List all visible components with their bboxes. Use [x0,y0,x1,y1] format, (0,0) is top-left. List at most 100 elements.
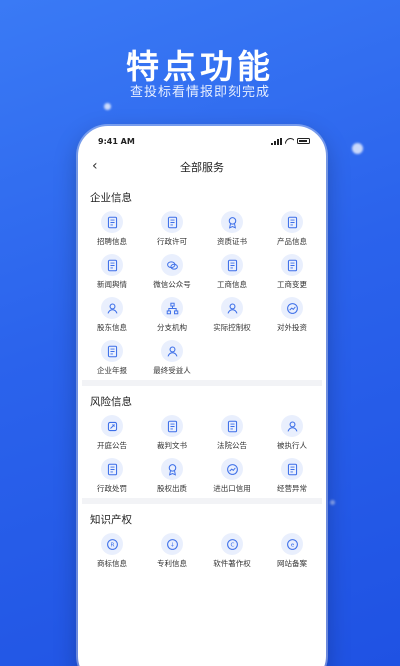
svg-text:R: R [110,542,114,548]
court-notice-icon [101,415,123,437]
controller-icon [221,297,243,319]
service-item[interactable]: 裁判文书 [142,415,202,451]
resume-icon [101,211,123,233]
service-item[interactable]: 新闻舆情 [82,254,142,290]
court-announce-icon [221,415,243,437]
news-icon [101,254,123,276]
service-item[interactable]: 对外投资 [262,297,322,333]
service-section: 知识产权 R 商标信息 ↓ 专利信息 C 软件著作权 e 网站备案 [82,504,322,573]
service-item[interactable]: ↓ 专利信息 [142,533,202,569]
service-item[interactable]: 行政处罚 [82,458,142,494]
back-button[interactable]: ‹ [92,158,98,174]
service-label: 企业年报 [97,366,127,375]
wechat-icon [161,254,183,276]
service-item[interactable]: 行政许可 [142,211,202,247]
service-item[interactable]: C 软件著作权 [202,533,262,569]
service-item[interactable]: 开庭公告 [82,415,142,451]
status-icons [271,137,310,145]
service-section: 风险信息开庭公告 裁判文书 法院公告 被执行人行政处罚 股权出质 进出口信用 经营异常 [82,386,322,498]
service-label: 软件著作权 [213,559,251,568]
service-label: 实际控制权 [213,323,251,332]
service-label: 新闻舆情 [97,280,127,289]
service-item[interactable]: 被执行人 [262,415,322,451]
service-label: 工商变更 [277,280,307,289]
hero-subtitle: 查投标看情报即刻完成 [129,85,270,100]
page-title: 全部服务 [180,161,224,174]
nav-bar: ‹ 全部服务 [82,152,322,182]
status-time: 9:41 AM [98,136,135,146]
annual-report-icon [101,340,123,362]
investment-icon [281,297,303,319]
service-item[interactable]: 最终受益人 [142,340,202,376]
shareholder-icon [101,297,123,319]
phone-frame: 9:41 AM ‹ 全部服务 企业信息招聘信息 行政许可 资质证书 产品信息新闻舆情 微… [78,126,326,666]
service-grid: R 商标信息 ↓ 专利信息 C 软件著作权 e 网站备案 [82,533,322,569]
trademark-icon: R [101,533,123,555]
service-label: 最终受益人 [153,366,191,375]
service-item[interactable]: 经营异常 [262,458,322,494]
patent-icon: ↓ [161,533,183,555]
service-grid: 开庭公告 裁判文书 法院公告 被执行人行政处罚 股权出质 进出口信用 经营异常 [82,415,322,494]
service-item[interactable]: 进出口信用 [202,458,262,494]
service-item[interactable]: 分支机构 [142,297,202,333]
business-info-icon [221,254,243,276]
battery-icon [297,138,310,144]
import-export-icon [221,458,243,480]
penalty-icon [101,458,123,480]
service-item[interactable]: e 网站备案 [262,533,322,569]
glow-dot [104,103,111,110]
copyright-icon: C [221,533,243,555]
judgment-icon [161,415,183,437]
glow-dot [352,143,363,154]
service-item[interactable]: 股权出质 [142,458,202,494]
permit-icon [161,211,183,233]
service-label: 经营异常 [277,484,307,493]
beneficiary-icon [161,340,183,362]
branch-icon [161,297,183,319]
service-label: 行政处罚 [97,484,127,493]
section-title: 风险信息 [90,396,132,408]
website-icon: e [281,533,303,555]
svg-text:↓: ↓ [170,541,175,548]
signal-icon [271,137,282,145]
service-label: 微信公众号 [153,280,191,289]
service-item[interactable]: 招聘信息 [82,211,142,247]
service-label: 被执行人 [277,441,307,450]
service-label: 网站备案 [277,559,307,568]
service-item[interactable]: 法院公告 [202,415,262,451]
abnormal-icon [281,458,303,480]
service-label: 股权出质 [157,484,187,493]
certificate-icon [221,211,243,233]
svg-text:C: C [230,542,234,548]
service-item[interactable]: 工商信息 [202,254,262,290]
section-title: 企业信息 [90,192,132,204]
service-item[interactable]: 工商变更 [262,254,322,290]
service-label: 资质证书 [217,237,247,246]
glow-dot [330,500,335,505]
services-list: 企业信息招聘信息 行政许可 资质证书 产品信息新闻舆情 微信公众号 工商信息 工商变更股东信… [82,182,322,573]
service-label: 进出口信用 [213,484,251,493]
executed-person-icon [281,415,303,437]
service-label: 商标信息 [97,559,127,568]
service-label: 法院公告 [217,441,247,450]
service-label: 行政许可 [157,237,187,246]
service-label: 产品信息 [277,237,307,246]
service-label: 股东信息 [97,323,127,332]
service-grid: 招聘信息 行政许可 资质证书 产品信息新闻舆情 微信公众号 工商信息 工商变更股东信息 分支机… [82,211,322,376]
equity-pledge-icon [161,458,183,480]
service-section: 企业信息招聘信息 行政许可 资质证书 产品信息新闻舆情 微信公众号 工商信息 工商变更股东信… [82,182,322,380]
service-label: 对外投资 [277,323,307,332]
service-item[interactable]: R 商标信息 [82,533,142,569]
service-item[interactable]: 产品信息 [262,211,322,247]
service-label: 裁判文书 [157,441,187,450]
service-item[interactable]: 资质证书 [202,211,262,247]
svg-text:e: e [290,542,294,548]
service-label: 专利信息 [157,559,187,568]
service-item[interactable]: 实际控制权 [202,297,262,333]
service-label: 工商信息 [217,280,247,289]
service-item[interactable]: 股东信息 [82,297,142,333]
service-label: 分支机构 [157,323,187,332]
business-change-icon [281,254,303,276]
service-item[interactable]: 微信公众号 [142,254,202,290]
service-item[interactable]: 企业年报 [82,340,142,376]
